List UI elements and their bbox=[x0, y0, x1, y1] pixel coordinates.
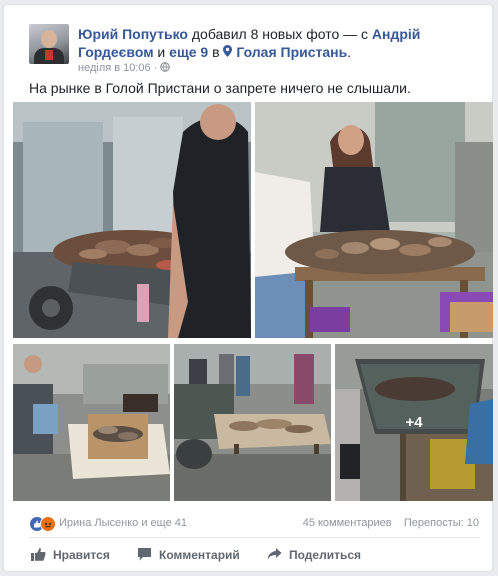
comment-button[interactable]: Комментарий bbox=[137, 543, 240, 567]
reaction-stats: Ирина Лысенко и еще 41 45 комментариев П… bbox=[29, 515, 479, 533]
location-pin-icon bbox=[223, 44, 233, 60]
author-name[interactable]: Юрий Попутько bbox=[78, 26, 188, 42]
tagged-others[interactable]: еще 9 bbox=[169, 44, 208, 60]
meta-separator: · bbox=[150, 62, 161, 74]
photo-3[interactable] bbox=[13, 344, 170, 501]
like-label: Нравится bbox=[53, 548, 110, 562]
photo-4[interactable] bbox=[174, 344, 331, 501]
photo-1[interactable] bbox=[13, 102, 251, 338]
period: . bbox=[347, 44, 352, 60]
comments-count[interactable]: 45 комментариев bbox=[303, 517, 392, 529]
post-text: На рынке в Голой Пристани о запрете ниче… bbox=[29, 80, 411, 96]
angry-icon bbox=[40, 516, 56, 532]
comment-share-counts: 45 комментариев Перепосты: 10 bbox=[303, 517, 479, 529]
in-text: в bbox=[208, 44, 224, 60]
avatar-shirt bbox=[45, 50, 53, 60]
photo-5-more[interactable]: +4 bbox=[335, 344, 493, 501]
reaction-icons[interactable] bbox=[29, 516, 56, 532]
and-text: и bbox=[153, 44, 170, 60]
location-link[interactable]: Голая Пристань bbox=[236, 44, 347, 60]
comment-label: Комментарий bbox=[159, 548, 240, 562]
share-button[interactable]: Поделиться bbox=[267, 543, 361, 567]
share-icon bbox=[267, 547, 289, 564]
post-timestamp[interactable]: неділя в 10:06 bbox=[78, 62, 151, 74]
thumbs-up-icon bbox=[31, 547, 53, 564]
post-card: Юрий Попутько добавил 8 новых фото — с А… bbox=[3, 4, 493, 572]
post-meta: неділя в 10:06 · bbox=[78, 62, 171, 74]
share-label: Поделиться bbox=[289, 548, 362, 562]
divider bbox=[29, 537, 479, 538]
post-header: Юрий Попутько добавил 8 новых фото — с А… bbox=[78, 25, 478, 61]
action-text: добавил 8 новых фото — с bbox=[187, 26, 372, 42]
shares-count[interactable]: Перепосты: 10 bbox=[404, 517, 479, 529]
author-avatar[interactable] bbox=[29, 24, 69, 64]
reaction-names[interactable]: Ирина Лысенко и еще 41 bbox=[59, 517, 187, 529]
globe-icon[interactable] bbox=[160, 62, 171, 74]
like-button[interactable]: Нравится bbox=[31, 543, 110, 567]
more-photos-overlay[interactable]: +4 bbox=[335, 344, 493, 501]
comment-icon bbox=[137, 547, 159, 564]
photo-2[interactable] bbox=[255, 102, 493, 338]
avatar-face bbox=[41, 30, 57, 48]
action-bar: Нравится Комментарий Поделиться bbox=[29, 543, 479, 567]
